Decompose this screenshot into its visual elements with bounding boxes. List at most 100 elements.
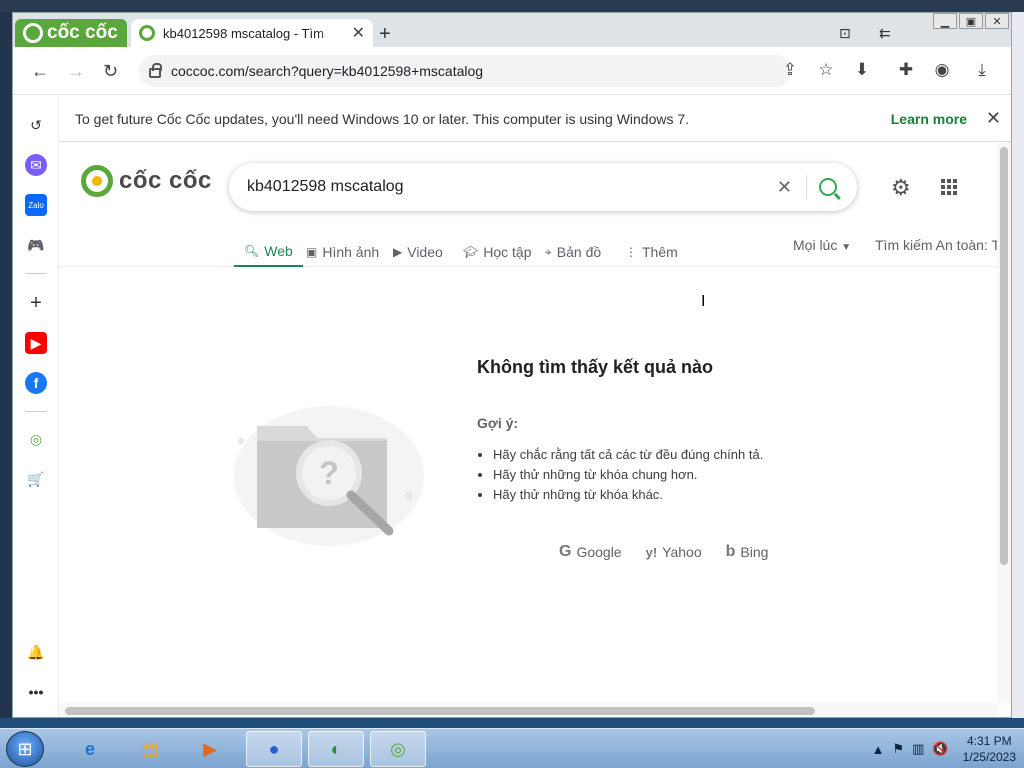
logo-icon: [81, 165, 113, 197]
lock-icon[interactable]: [149, 63, 162, 78]
tab-images[interactable]: ▣ Hình ảnh: [306, 237, 379, 267]
search-box[interactable]: kb4012598 mscatalog ✕: [229, 163, 857, 211]
new-tab-button[interactable]: +: [379, 23, 391, 46]
tab-maps[interactable]: ⌖ Bản đồ: [545, 237, 601, 267]
show-hidden-icons-icon[interactable]: ▲: [872, 742, 885, 757]
media-player-icon[interactable]: ▶: [182, 731, 238, 767]
maximize-button[interactable]: ▣: [959, 13, 983, 29]
bing-link[interactable]: b Bing: [726, 543, 769, 561]
chevron-down-icon: ▼: [841, 242, 852, 253]
brand-label: cốc cốc: [47, 22, 118, 43]
google-icon: G: [559, 543, 572, 560]
file-explorer-icon[interactable]: ▤: [122, 731, 178, 767]
add-panel-icon[interactable]: +: [25, 292, 47, 314]
network-icon[interactable]: ▥: [912, 741, 924, 757]
settings-gear-icon[interactable]: ⚙: [891, 175, 911, 201]
tab-video[interactable]: ▶ Video: [393, 237, 443, 267]
divider: [25, 273, 47, 274]
clear-search-icon[interactable]: ✕: [777, 177, 792, 198]
infobar-message: To get future Cốc Cốc updates, you'll ne…: [75, 110, 690, 127]
coccoc-taskbar-icon[interactable]: ◎: [370, 731, 426, 767]
coccoc-menu-button[interactable]: cốc cốc: [15, 19, 127, 47]
action-center-flag-icon[interactable]: ⚑: [892, 741, 904, 757]
engine-label: Yahoo: [662, 544, 702, 560]
taskbar: ⊞ e ▤ ▶ ● ◐ ◎ ▲ ⚑ ▥ 🔇 4:31 PM 1/25/2023: [0, 728, 1024, 768]
facebook-icon[interactable]: f: [25, 372, 47, 394]
scroll-thumb[interactable]: [1000, 147, 1008, 565]
game-controller-icon[interactable]: 🎮: [25, 234, 47, 256]
vertical-scrollbar[interactable]: [997, 143, 1011, 703]
search-input[interactable]: kb4012598 mscatalog: [247, 178, 777, 196]
tab-more[interactable]: ⋮ Thêm: [625, 237, 678, 267]
svg-text:?: ?: [319, 455, 339, 491]
no-results-title: Không tìm thấy kết quả nào: [477, 357, 714, 377]
time-filter-dropdown[interactable]: Mọi lúc ▼: [793, 237, 851, 253]
tab-label: Học tập: [483, 244, 532, 260]
tab-label: Bản đồ: [556, 244, 602, 260]
safe-search-label: Tìm kiếm An toàn: Tắ: [875, 237, 1008, 253]
extensions-icon[interactable]: ✚: [895, 59, 917, 81]
favicon-icon: [139, 25, 155, 41]
scroll-thumb[interactable]: [65, 707, 815, 715]
text-cursor-icon: Ι: [701, 293, 706, 310]
desktop-right: [1012, 12, 1024, 718]
suggestion-label: Gợi ý:: [477, 415, 519, 431]
tab-search-icon[interactable]: ⊡: [839, 25, 851, 42]
minimize-button[interactable]: ▁: [933, 13, 957, 29]
profile-icon[interactable]: ◉: [931, 59, 953, 81]
tab-search[interactable]: kb4012598 mscatalog - Tìm ✕: [131, 19, 373, 47]
forward-icon[interactable]: →: [67, 61, 85, 82]
savior-download-icon[interactable]: ⬇: [851, 59, 873, 81]
firefox-icon[interactable]: ●: [246, 731, 302, 767]
internet-explorer-icon[interactable]: e: [62, 731, 118, 767]
learn-more-link[interactable]: Learn more: [891, 111, 967, 127]
start-button[interactable]: ⊞: [6, 731, 44, 767]
coccoc-shortcut-icon[interactable]: ◎: [25, 428, 47, 450]
browser-window: cốc cốc kb4012598 mscatalog - Tìm ✕ + ⊡ …: [12, 12, 1012, 718]
idm-icon[interactable]: ◐: [308, 731, 364, 767]
messenger-icon[interactable]: ✉: [25, 154, 47, 176]
share-icon[interactable]: ⇪: [779, 59, 801, 81]
notifications-bell-icon[interactable]: 🔔: [25, 641, 47, 663]
address-bar[interactable]: coccoc.com/search?query=kb4012598+mscata…: [139, 55, 791, 87]
history-icon[interactable]: ↺: [25, 114, 47, 136]
image-icon: ▣: [306, 245, 318, 259]
list-item: Hãy chắc rằng tất cả các từ đều đúng chí…: [493, 445, 763, 465]
clock[interactable]: 4:31 PM 1/25/2023: [963, 733, 1016, 765]
coccoc-logo-icon: [23, 23, 43, 43]
engine-label: Bing: [740, 544, 769, 560]
no-results-illustration-icon: ?: [234, 406, 424, 546]
apps-grid-icon[interactable]: [941, 179, 957, 195]
list-item: Hãy thử những từ khóa khác.: [493, 485, 763, 505]
safe-search-toggle[interactable]: Tìm kiếm An toàn: Tắ: [875, 237, 1008, 253]
bing-icon: b: [725, 543, 736, 560]
close-infobar-icon[interactable]: ✕: [986, 108, 1001, 129]
close-window-button[interactable]: ✕: [985, 13, 1009, 29]
horizontal-scrollbar[interactable]: [59, 703, 997, 717]
desktop-left: [0, 12, 12, 718]
youtube-icon[interactable]: ▶: [25, 332, 47, 354]
time-filter-label: Mọi lúc: [793, 237, 838, 253]
shopping-icon[interactable]: 🛒: [25, 468, 47, 490]
tab-back-icon[interactable]: ⇇: [879, 25, 891, 42]
volume-muted-icon[interactable]: 🔇: [932, 741, 948, 757]
more-options-icon[interactable]: •••: [25, 681, 47, 703]
map-pin-icon: ⌖: [545, 244, 552, 259]
back-icon[interactable]: ←: [31, 61, 49, 82]
url-text: coccoc.com/search?query=kb4012598+mscata…: [171, 63, 484, 79]
tab-study[interactable]: 🎓︎ Học tập: [463, 237, 531, 267]
tab-web[interactable]: 🔍︎ Web: [234, 237, 303, 267]
downloads-icon[interactable]: ⤓: [971, 59, 993, 81]
zalo-icon[interactable]: Zalo: [25, 194, 47, 216]
yahoo-link[interactable]: y! Yahoo: [646, 543, 702, 561]
more-vertical-icon: ⋮: [625, 245, 637, 259]
coccoc-logo[interactable]: cốc cốc: [81, 165, 212, 197]
suggestion-list: Hãy chắc rằng tất cả các từ đều đúng chí…: [493, 445, 763, 505]
reload-icon[interactable]: ↻: [103, 61, 118, 82]
tab-label: Hình ảnh: [322, 244, 380, 260]
search-icon[interactable]: [819, 178, 837, 196]
bookmark-star-icon[interactable]: ☆: [815, 59, 837, 81]
close-tab-icon[interactable]: ✕: [352, 23, 365, 43]
google-link[interactable]: G Google: [559, 543, 622, 561]
toolbar: ← → ↻ coccoc.com/search?query=kb4012598+…: [13, 47, 1011, 95]
